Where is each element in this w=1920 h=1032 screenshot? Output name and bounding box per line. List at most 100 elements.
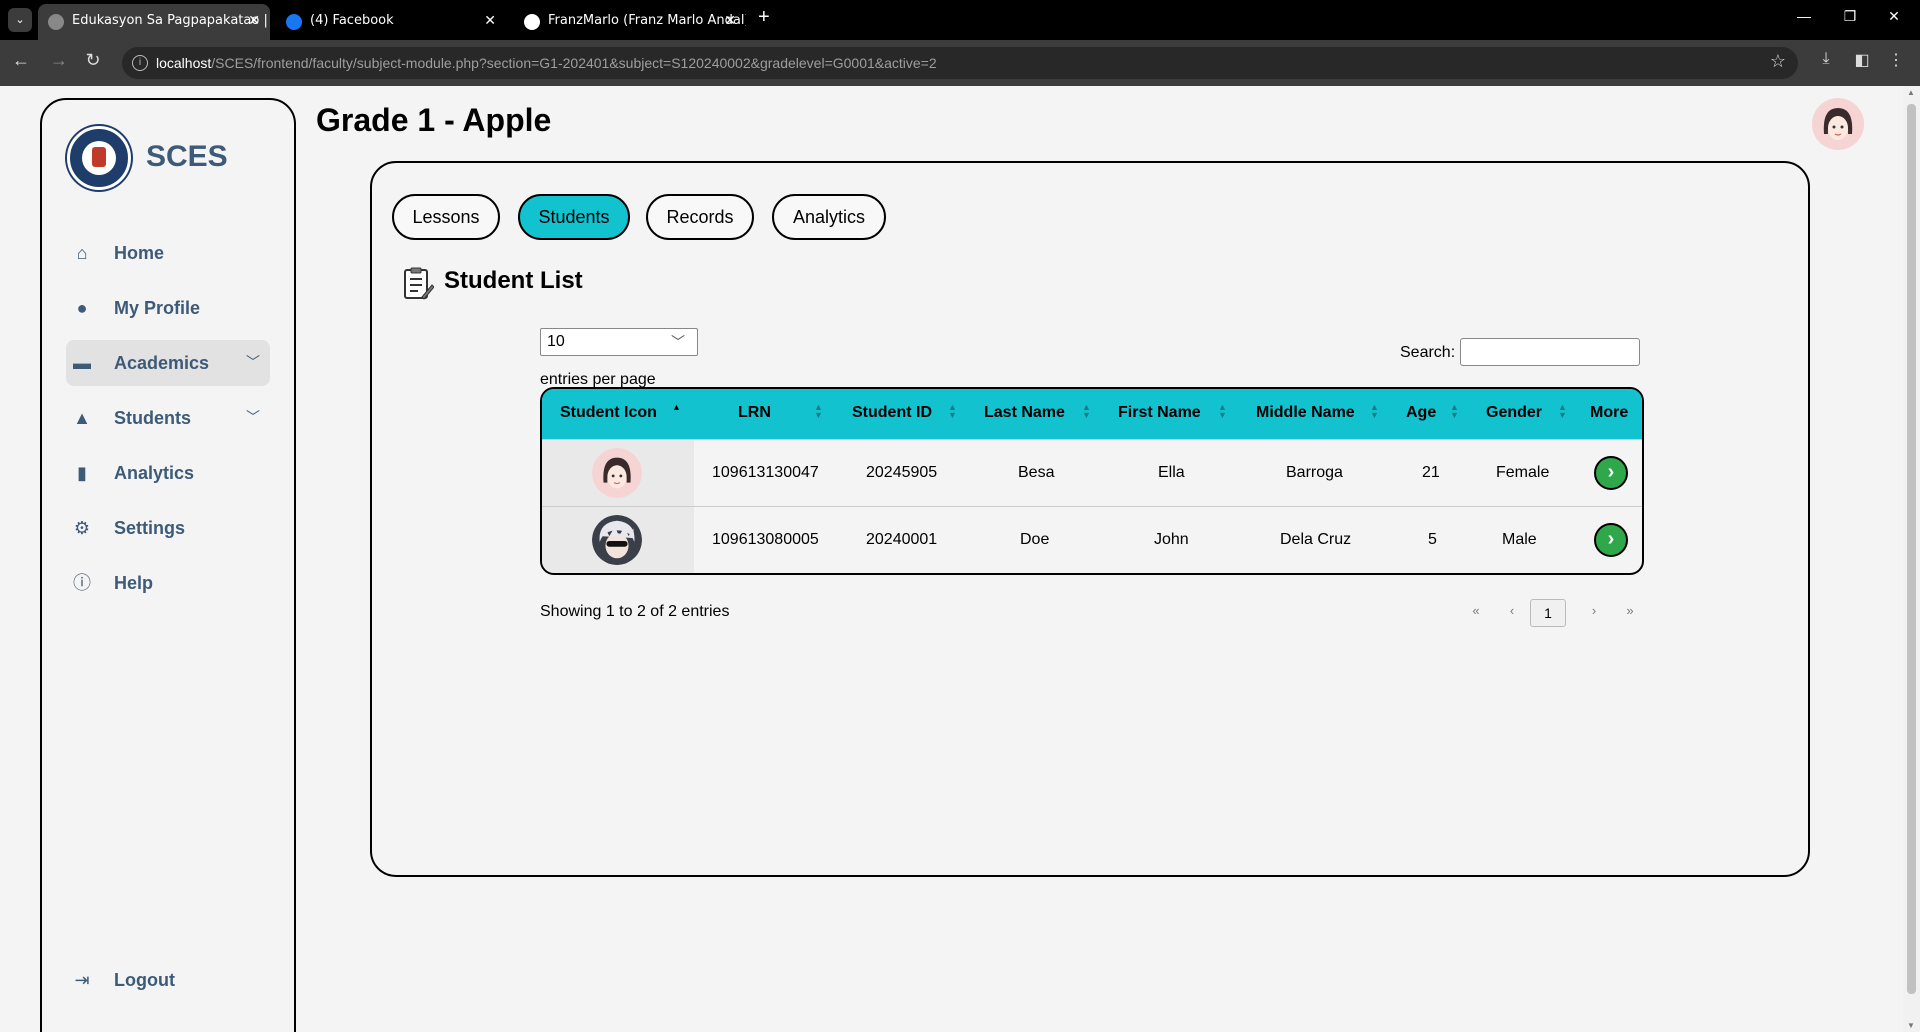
sidebar-item-analytics[interactable]: ▮ Analytics: [66, 450, 270, 496]
cell-lrn: 109613080005: [712, 531, 819, 548]
bar-chart-icon: ▮: [77, 463, 87, 483]
tab-search-button[interactable]: ⌄: [8, 8, 32, 32]
col-age[interactable]: Age: [1406, 404, 1436, 422]
page-next-button[interactable]: ›: [1584, 603, 1604, 618]
tab-lessons[interactable]: Lessons: [392, 194, 500, 240]
browser-tab-facebook[interactable]: (4) Facebook ✕: [276, 4, 506, 40]
tab-analytics[interactable]: Analytics: [772, 194, 886, 240]
page-prev-button[interactable]: ‹: [1502, 603, 1522, 618]
cell-gender: Female: [1496, 464, 1550, 481]
sort-asc-icon: ▲: [672, 402, 681, 412]
more-button[interactable]: ›: [1594, 523, 1628, 557]
close-window-icon[interactable]: ✕: [1874, 8, 1914, 25]
cell-student-id: 20240001: [866, 531, 938, 548]
new-tab-icon[interactable]: +: [758, 6, 770, 29]
browser-tab-github[interactable]: FranzMarlo (Franz Marlo Andal) ✕: [514, 4, 746, 40]
table-header: Student Icon ▲ LRN ▲ ▼ Student ID ▲ ▼ Last…: [542, 389, 1642, 439]
scroll-down-icon[interactable]: ▼: [1907, 1021, 1915, 1030]
cell-middle-name: Barroga: [1286, 464, 1343, 481]
sort-icon: ▲ ▼: [1218, 402, 1227, 420]
chevron-down-icon: ﹀: [246, 354, 260, 370]
facebook-favicon-icon: [286, 14, 302, 30]
chevron-down-icon: ﹀: [246, 409, 260, 425]
col-more: More: [1590, 404, 1629, 421]
close-tab-icon[interactable]: ✕: [248, 4, 260, 38]
browser-tab-bar: ⌄ Edukasyon Sa Pagpapakatao | S ✕ (4) Fa…: [0, 0, 1920, 40]
user-avatar[interactable]: [1812, 98, 1864, 150]
briefcase-icon: ▬: [73, 353, 91, 373]
back-icon[interactable]: ←: [8, 50, 34, 71]
site-favicon-icon: [48, 14, 64, 30]
col-student-icon[interactable]: Student Icon: [560, 404, 657, 422]
menu-icon[interactable]: ⋮: [1884, 50, 1908, 70]
cell-middle-name: Dela Cruz: [1280, 531, 1352, 548]
search-input[interactable]: [1460, 338, 1640, 366]
table-row: 109613080005 20240001 Doe John Dela Cruz…: [542, 506, 1642, 573]
subject-card: Lessons Students Records Analytics Stude…: [370, 161, 1810, 877]
entries-per-page-select[interactable]: 10 ﹀: [540, 328, 698, 356]
page-title: Grade 1 - Apple: [316, 102, 552, 138]
col-last-name[interactable]: Last Name: [984, 404, 1065, 422]
cell-last-name: Doe: [1020, 531, 1050, 548]
user-icon: ●: [76, 298, 88, 318]
brand-name: SCES: [146, 140, 228, 173]
col-gender[interactable]: Gender: [1486, 404, 1542, 422]
scroll-up-icon[interactable]: ▲: [1907, 88, 1915, 97]
minimize-icon[interactable]: —: [1784, 8, 1824, 24]
page-viewport: SCES ⌂ Home ● My Profile ▬ Academics ﹀ ▲…: [0, 86, 1920, 1032]
site-info-icon[interactable]: i: [132, 55, 148, 71]
address-bar[interactable]: i localhost/SCES/frontend/faculty/subjec…: [122, 47, 1798, 79]
cell-lrn: 109613130047: [712, 464, 819, 481]
reload-icon[interactable]: ↻: [80, 50, 106, 71]
scrollbar-thumb[interactable]: [1907, 104, 1916, 994]
more-button[interactable]: ›: [1594, 456, 1628, 490]
sort-icon: ▲ ▼: [1370, 402, 1379, 420]
url-host: localhost: [156, 55, 212, 71]
chevron-down-icon: ﹀: [671, 334, 685, 350]
cell-first-name: John: [1154, 531, 1189, 548]
col-student-id[interactable]: Student ID: [852, 404, 932, 422]
sidebar: SCES ⌂ Home ● My Profile ▬ Academics ﹀ ▲…: [40, 98, 296, 1032]
sort-icon: ▲ ▼: [1450, 402, 1459, 420]
gear-icon: ⚙: [73, 518, 91, 538]
tab-records[interactable]: Records: [646, 194, 754, 240]
student-list-title: Student List: [444, 267, 583, 294]
bookmark-star-icon[interactable]: ☆: [1770, 51, 1786, 72]
download-icon[interactable]: ⤓: [1814, 50, 1838, 68]
page-last-button[interactable]: »: [1620, 603, 1640, 618]
student-avatar: [592, 515, 642, 565]
sidebar-item-academics[interactable]: ▬ Academics ﹀: [66, 340, 270, 386]
close-tab-icon[interactable]: ✕: [484, 4, 496, 38]
github-favicon-icon: [524, 14, 540, 30]
table-info: Showing 1 to 2 of 2 entries: [540, 603, 730, 620]
student-icon: ▲: [73, 408, 91, 428]
cell-student-id: 20245905: [866, 464, 938, 481]
cell-age: 5: [1428, 531, 1437, 548]
browser-tab-active[interactable]: Edukasyon Sa Pagpapakatao | S ✕: [38, 4, 270, 40]
profile-icon[interactable]: ◧: [1850, 50, 1874, 70]
col-first-name[interactable]: First Name: [1118, 404, 1201, 422]
student-list-icon: [404, 267, 434, 300]
sidebar-item-logout[interactable]: ⇥ Logout: [66, 957, 270, 1003]
sidebar-item-help[interactable]: ⓘ Help: [66, 560, 270, 606]
sidebar-item-my-profile[interactable]: ● My Profile: [66, 285, 270, 331]
col-lrn[interactable]: LRN: [738, 404, 771, 422]
cell-first-name: Ella: [1158, 464, 1185, 481]
sidebar-item-students[interactable]: ▲ Students ﹀: [66, 395, 270, 441]
sort-icon: ▲ ▼: [1082, 402, 1091, 420]
forward-icon[interactable]: →: [46, 50, 72, 71]
browser-toolbar: ← → ↻ i localhost/SCES/frontend/faculty/…: [0, 40, 1920, 86]
page-first-button[interactable]: «: [1466, 603, 1486, 618]
close-tab-icon[interactable]: ✕: [724, 4, 736, 38]
sidebar-item-home[interactable]: ⌂ Home: [66, 230, 270, 276]
sidebar-item-settings[interactable]: ⚙ Settings: [66, 505, 270, 551]
page-scrollbar[interactable]: ▲ ▼: [1903, 86, 1920, 1032]
search-label: Search:: [1400, 344, 1456, 361]
col-middle-name[interactable]: Middle Name: [1256, 404, 1355, 422]
restore-icon[interactable]: ❐: [1830, 8, 1870, 25]
tab-students[interactable]: Students: [518, 194, 630, 240]
school-logo: [67, 126, 131, 190]
page-current-button[interactable]: 1: [1530, 599, 1566, 627]
info-icon: ⓘ: [73, 573, 91, 593]
sort-icon: ▲ ▼: [814, 402, 823, 420]
